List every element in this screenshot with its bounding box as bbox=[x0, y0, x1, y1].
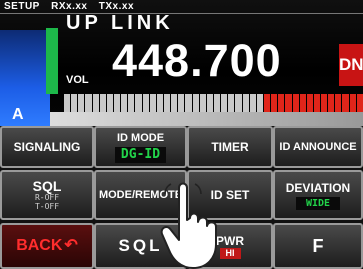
band-a-label: A bbox=[12, 106, 24, 123]
function-label: F bbox=[312, 236, 324, 256]
meter-segment bbox=[64, 94, 71, 112]
meter-segment bbox=[128, 94, 135, 112]
id-announce-label: ID ANNOUNCE bbox=[279, 141, 357, 153]
id-mode-value: DG-ID bbox=[114, 147, 167, 163]
band-a-indicator: A bbox=[0, 30, 50, 126]
meter-segment bbox=[349, 94, 356, 112]
sql-type-button[interactable]: SQL R-OFF T-OFF bbox=[0, 170, 94, 220]
meter-segment bbox=[71, 94, 78, 112]
meter-segment bbox=[185, 94, 192, 112]
meter-segment bbox=[335, 94, 342, 112]
meter-segment bbox=[292, 94, 299, 112]
meter-segment bbox=[285, 94, 292, 112]
meter-segment bbox=[156, 94, 163, 112]
deviation-value: WIDE bbox=[295, 196, 341, 210]
meter-segment bbox=[249, 94, 256, 112]
deviation-button[interactable]: DEVIATION WIDE bbox=[273, 170, 363, 220]
meter-segment bbox=[221, 94, 228, 112]
frequency-display: SETUP RXx.xx TXx.xx A UP LINK VOL 448.70… bbox=[0, 0, 363, 126]
meter-segment bbox=[213, 94, 221, 112]
meter-segment bbox=[306, 94, 313, 112]
meter-segment bbox=[328, 94, 335, 112]
id-mode-label: ID MODE bbox=[116, 132, 165, 144]
volume-label: VOL bbox=[66, 74, 89, 86]
frequency-readout[interactable]: 448.700 bbox=[112, 36, 282, 86]
meter-segment bbox=[106, 94, 113, 112]
meter-segment bbox=[199, 94, 206, 112]
meter-segment bbox=[163, 94, 171, 112]
id-announce-button[interactable]: ID ANNOUNCE bbox=[273, 126, 363, 168]
meter-segment bbox=[99, 94, 106, 112]
meter-segment bbox=[299, 94, 306, 112]
meter-segment bbox=[135, 94, 142, 112]
meter-segment bbox=[85, 94, 92, 112]
signal-level-bar bbox=[46, 28, 58, 94]
sql-type-label: SQL bbox=[32, 178, 62, 194]
signaling-label: SIGNALING bbox=[13, 140, 81, 154]
tapping-hand-icon bbox=[160, 182, 217, 269]
sql-rx-type: R-OFF bbox=[34, 193, 60, 202]
meter-base-bar bbox=[50, 112, 363, 126]
meter-segment bbox=[271, 94, 278, 112]
meter-segment bbox=[149, 94, 156, 112]
back-label-wrap: BACK ↶ bbox=[16, 237, 78, 254]
meter-segment bbox=[263, 94, 271, 112]
id-mode-button[interactable]: ID MODE DG-ID bbox=[94, 126, 187, 168]
back-button[interactable]: BACK ↶ bbox=[0, 223, 94, 269]
sql-key-label: SQL bbox=[118, 236, 163, 255]
volume-meter bbox=[64, 94, 363, 112]
back-label: BACK bbox=[16, 237, 63, 254]
timer-button[interactable]: TIMER bbox=[187, 126, 273, 168]
meter-segment bbox=[242, 94, 249, 112]
meter-segment bbox=[256, 94, 263, 112]
meter-segment bbox=[113, 94, 121, 112]
dn-mode-badge: DN bbox=[339, 44, 363, 86]
meter-segment bbox=[178, 94, 185, 112]
meter-segment bbox=[142, 94, 149, 112]
meter-segment bbox=[171, 94, 178, 112]
meter-segment bbox=[278, 94, 285, 112]
deviation-label: DEVIATION bbox=[285, 180, 351, 195]
function-button[interactable]: F bbox=[273, 223, 363, 269]
meter-segment bbox=[92, 94, 99, 112]
meter-segment bbox=[356, 94, 363, 112]
meter-segment bbox=[321, 94, 328, 112]
status-divider bbox=[0, 13, 363, 14]
return-arrow-icon: ↶ bbox=[64, 237, 78, 254]
mode-title: UP LINK bbox=[66, 12, 174, 34]
meter-segment bbox=[121, 94, 128, 112]
signaling-button[interactable]: SIGNALING bbox=[0, 126, 94, 168]
meter-segment bbox=[78, 94, 85, 112]
meter-segment bbox=[313, 94, 321, 112]
sql-tx-type: T-OFF bbox=[34, 202, 60, 211]
rx-version: RXx.xx bbox=[51, 1, 88, 12]
meter-segment bbox=[206, 94, 213, 112]
tx-version: TXx.xx bbox=[98, 1, 135, 12]
meter-segment bbox=[342, 94, 349, 112]
setup-label: SETUP bbox=[4, 1, 40, 12]
meter-segment bbox=[192, 94, 199, 112]
timer-label: TIMER bbox=[211, 140, 249, 154]
meter-segment bbox=[235, 94, 242, 112]
meter-segment bbox=[228, 94, 235, 112]
